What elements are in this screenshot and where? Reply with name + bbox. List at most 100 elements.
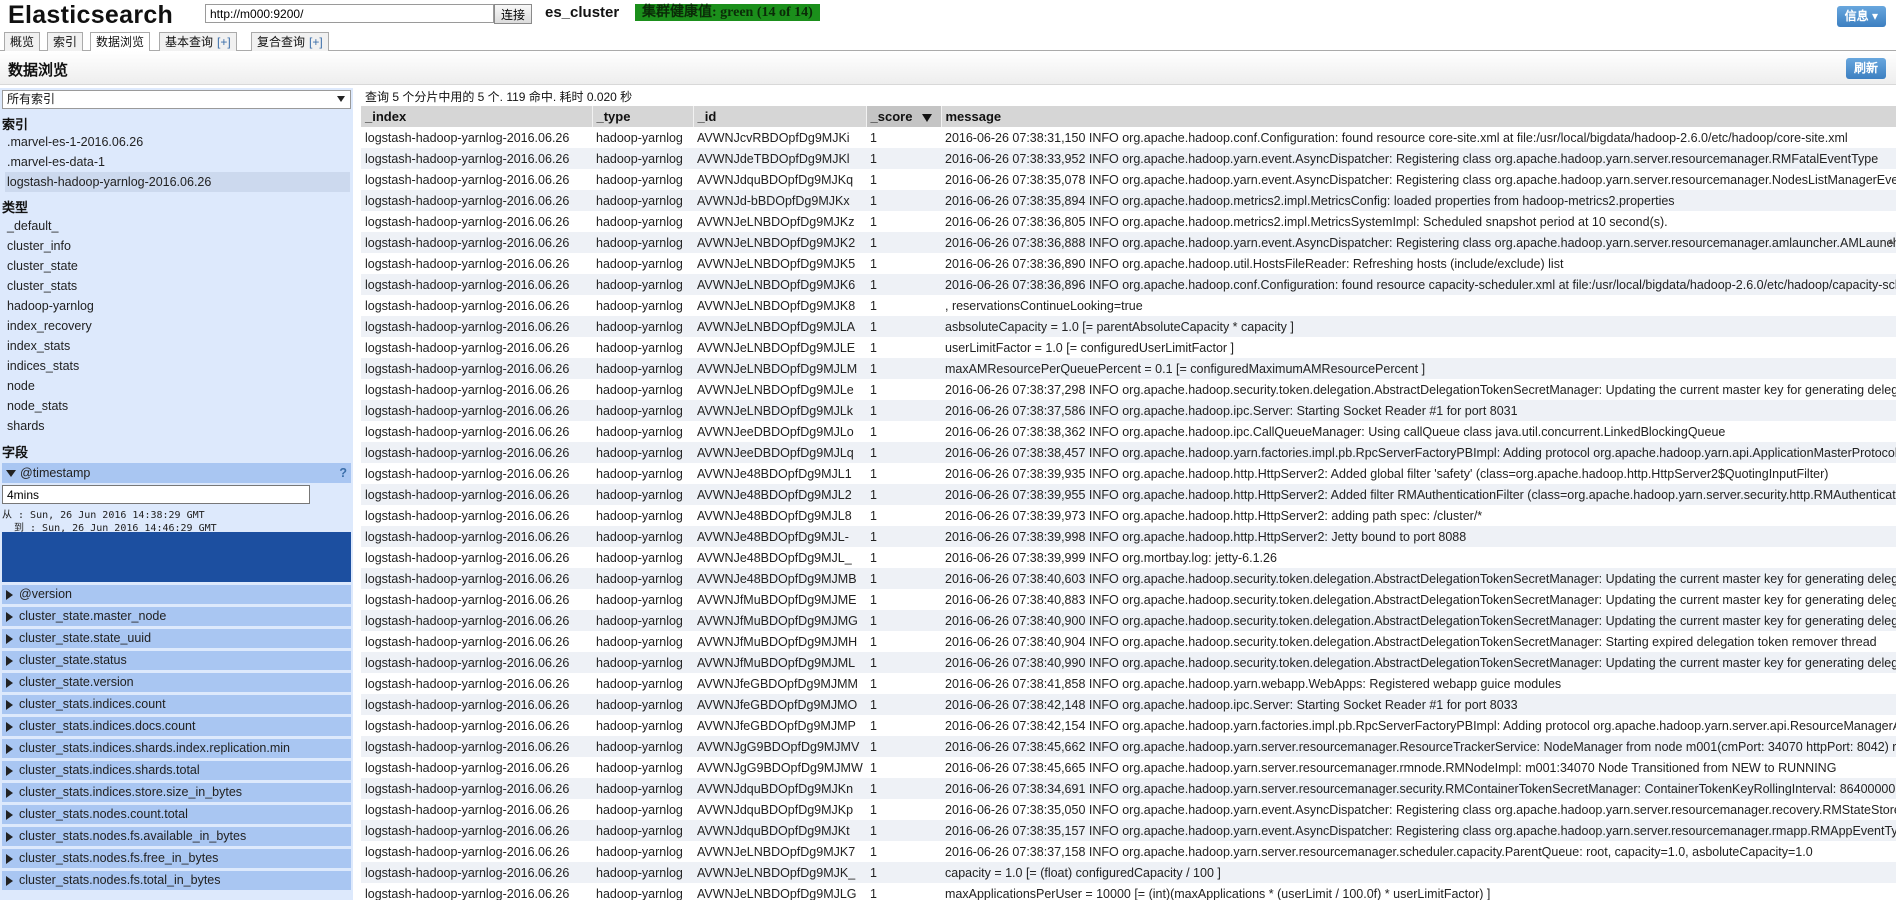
sidebar-field-item[interactable]: cluster_state.master_node bbox=[2, 606, 351, 626]
sidebar-field-item[interactable]: cluster_stats.indices.store.size_in_byte… bbox=[2, 782, 351, 802]
table-row[interactable]: logstash-hadoop-yarnlog-2016.06.26 hadoop… bbox=[361, 715, 1896, 736]
table-row[interactable]: logstash-hadoop-yarnlog-2016.06.26 hadoop… bbox=[361, 463, 1896, 484]
sidebar-type-item[interactable]: index_stats bbox=[5, 336, 350, 356]
cell-type: hadoop-yarnlog bbox=[592, 190, 693, 211]
table-row[interactable]: logstash-hadoop-yarnlog-2016.06.26 hadoop… bbox=[361, 883, 1896, 900]
tab-label: 概览 bbox=[10, 35, 35, 49]
cell-id: AVWNJgG9BDOpfDg9MJMV bbox=[693, 736, 866, 757]
tab-overview[interactable]: 概览 bbox=[4, 32, 41, 51]
sidebar-field-item[interactable]: cluster_stats.indices.shards.total bbox=[2, 760, 351, 780]
tab-indices[interactable]: 索引 bbox=[47, 32, 84, 51]
sidebar-field-item[interactable]: cluster_stats.indices.shards.index.repli… bbox=[2, 738, 351, 758]
table-row[interactable]: logstash-hadoop-yarnlog-2016.06.26 hadoop… bbox=[361, 190, 1896, 211]
sidebar-type-item[interactable]: cluster_stats bbox=[5, 276, 350, 296]
connect-button[interactable]: 连接 bbox=[494, 4, 533, 24]
cell-type: hadoop-yarnlog bbox=[592, 862, 693, 883]
sidebar-index-item[interactable]: .marvel-es-1-2016.06.26 bbox=[5, 132, 350, 152]
sidebar-type-item[interactable]: hadoop-yarnlog bbox=[5, 296, 350, 316]
column-header-id[interactable]: _id bbox=[693, 106, 867, 127]
sidebar-field-item[interactable]: cluster_stats.nodes.fs.total_in_bytes bbox=[2, 870, 351, 890]
triangle-right-icon bbox=[6, 831, 13, 842]
table-row[interactable]: logstash-hadoop-yarnlog-2016.06.26 hadoop… bbox=[361, 505, 1896, 526]
cell-score: 1 bbox=[866, 421, 941, 442]
table-row[interactable]: logstash-hadoop-yarnlog-2016.06.26 hadoop… bbox=[361, 295, 1896, 316]
column-header-index[interactable]: _index bbox=[361, 106, 593, 127]
table-row[interactable]: logstash-hadoop-yarnlog-2016.06.26 hadoop… bbox=[361, 547, 1896, 568]
sidebar-index-item[interactable]: logstash-hadoop-yarnlog-2016.06.26 bbox=[5, 172, 350, 192]
sidebar-field-item[interactable]: cluster_stats.nodes.fs.available_in_byte… bbox=[2, 826, 351, 846]
info-menu-button[interactable]: 信息 ▾ bbox=[1836, 6, 1886, 27]
table-row[interactable]: logstash-hadoop-yarnlog-2016.06.26 hadoop… bbox=[361, 379, 1896, 400]
table-row[interactable]: logstash-hadoop-yarnlog-2016.06.26 hadoop… bbox=[361, 232, 1896, 253]
sidebar-field-item[interactable]: cluster_stats.indices.docs.count bbox=[2, 716, 351, 736]
table-row[interactable]: logstash-hadoop-yarnlog-2016.06.26 hadoop… bbox=[361, 169, 1896, 190]
table-row[interactable]: logstash-hadoop-yarnlog-2016.06.26 hadoop… bbox=[361, 337, 1896, 358]
table-row[interactable]: logstash-hadoop-yarnlog-2016.06.26 hadoop… bbox=[361, 841, 1896, 862]
field-label: cluster_stats.nodes.fs.total_in_bytes bbox=[19, 873, 221, 887]
table-row[interactable]: logstash-hadoop-yarnlog-2016.06.26 hadoop… bbox=[361, 400, 1896, 421]
sidebar-field-item[interactable]: @version bbox=[2, 584, 351, 604]
timestamp-range-input[interactable] bbox=[2, 485, 310, 504]
cell-id: AVWNJdquBDOpfDg9MJKt bbox=[693, 820, 866, 841]
table-row[interactable]: logstash-hadoop-yarnlog-2016.06.26 hadoop… bbox=[361, 610, 1896, 631]
tab-basic-query[interactable]: 基本查询 [+] bbox=[159, 32, 237, 51]
sidebar-field-item[interactable]: cluster_state.version bbox=[2, 672, 351, 692]
sidebar-type-item[interactable]: indices_stats bbox=[5, 356, 350, 376]
table-row[interactable]: logstash-hadoop-yarnlog-2016.06.26 hadoop… bbox=[361, 127, 1896, 148]
table-row[interactable]: logstash-hadoop-yarnlog-2016.06.26 hadoop… bbox=[361, 148, 1896, 169]
table-row[interactable]: logstash-hadoop-yarnlog-2016.06.26 hadoop… bbox=[361, 442, 1896, 463]
cell-type: hadoop-yarnlog bbox=[592, 316, 693, 337]
timestamp-histogram[interactable] bbox=[2, 532, 351, 582]
table-row[interactable]: logstash-hadoop-yarnlog-2016.06.26 hadoop… bbox=[361, 568, 1896, 589]
sidebar-type-item[interactable]: shards bbox=[5, 416, 350, 436]
table-row[interactable]: logstash-hadoop-yarnlog-2016.06.26 hadoop… bbox=[361, 673, 1896, 694]
sidebar-type-item[interactable]: index_recovery bbox=[5, 316, 350, 336]
sidebar-field-item[interactable]: cluster_state.status bbox=[2, 650, 351, 670]
sidebar-field-item[interactable]: cluster_stats.nodes.fs.free_in_bytes bbox=[2, 848, 351, 868]
tab-add-link[interactable]: [+] bbox=[217, 35, 231, 49]
cell-index: logstash-hadoop-yarnlog-2016.06.26 bbox=[361, 568, 592, 589]
scroll-up-arrow-icon[interactable]: ▲ bbox=[1886, 236, 1896, 250]
table-row[interactable]: logstash-hadoop-yarnlog-2016.06.26 hadoop… bbox=[361, 757, 1896, 778]
index-select[interactable]: 所有索引 bbox=[2, 90, 351, 109]
table-row[interactable]: logstash-hadoop-yarnlog-2016.06.26 hadoop… bbox=[361, 862, 1896, 883]
sidebar-type-item[interactable]: node_stats bbox=[5, 396, 350, 416]
tab-compound-query[interactable]: 复合查询 [+] bbox=[251, 32, 329, 51]
table-row[interactable]: logstash-hadoop-yarnlog-2016.06.26 hadoop… bbox=[361, 421, 1896, 442]
table-row[interactable]: logstash-hadoop-yarnlog-2016.06.26 hadoop… bbox=[361, 211, 1896, 232]
table-row[interactable]: logstash-hadoop-yarnlog-2016.06.26 hadoop… bbox=[361, 778, 1896, 799]
column-header-message[interactable]: message bbox=[941, 106, 1896, 127]
table-row[interactable]: logstash-hadoop-yarnlog-2016.06.26 hadoop… bbox=[361, 652, 1896, 673]
sidebar-type-item[interactable]: _default_ bbox=[5, 216, 350, 236]
table-row[interactable]: logstash-hadoop-yarnlog-2016.06.26 hadoop… bbox=[361, 253, 1896, 274]
table-row[interactable]: logstash-hadoop-yarnlog-2016.06.26 hadoop… bbox=[361, 820, 1896, 841]
sidebar-field-item[interactable]: cluster_stats.nodes.count.total bbox=[2, 804, 351, 824]
sidebar-type-item[interactable]: cluster_state bbox=[5, 256, 350, 276]
column-header-type[interactable]: _type bbox=[592, 106, 694, 127]
results-table: _index _type _id _score message logstash… bbox=[361, 106, 1896, 900]
cluster-url-input[interactable] bbox=[205, 4, 494, 23]
table-row[interactable]: logstash-hadoop-yarnlog-2016.06.26 hadoop… bbox=[361, 274, 1896, 295]
table-row[interactable]: logstash-hadoop-yarnlog-2016.06.26 hadoop… bbox=[361, 736, 1896, 757]
table-row[interactable]: logstash-hadoop-yarnlog-2016.06.26 hadoop… bbox=[361, 799, 1896, 820]
tab-browser[interactable]: 数据浏览 bbox=[90, 32, 151, 52]
table-row[interactable]: logstash-hadoop-yarnlog-2016.06.26 hadoop… bbox=[361, 316, 1896, 337]
sidebar-field-item[interactable]: cluster_state.state_uuid bbox=[2, 628, 351, 648]
help-icon[interactable]: ? bbox=[339, 463, 347, 483]
table-row[interactable]: logstash-hadoop-yarnlog-2016.06.26 hadoop… bbox=[361, 526, 1896, 547]
table-row[interactable]: logstash-hadoop-yarnlog-2016.06.26 hadoop… bbox=[361, 631, 1896, 652]
cell-score: 1 bbox=[866, 463, 941, 484]
refresh-button[interactable]: 刷新 bbox=[1845, 58, 1886, 79]
column-header-score[interactable]: _score bbox=[866, 106, 942, 127]
table-row[interactable]: logstash-hadoop-yarnlog-2016.06.26 hadoop… bbox=[361, 694, 1896, 715]
sidebar-field-item[interactable]: cluster_stats.indices.count bbox=[2, 694, 351, 714]
tab-add-link[interactable]: [+] bbox=[309, 35, 323, 49]
table-row[interactable]: logstash-hadoop-yarnlog-2016.06.26 hadoop… bbox=[361, 358, 1896, 379]
timestamp-field-toggle[interactable]: @timestamp ? bbox=[2, 463, 351, 483]
table-row[interactable]: logstash-hadoop-yarnlog-2016.06.26 hadoop… bbox=[361, 589, 1896, 610]
cell-message: 2016-06-26 07:38:45,662 INFO org.apache.… bbox=[941, 736, 1896, 757]
sidebar-type-item[interactable]: cluster_info bbox=[5, 236, 350, 256]
table-row[interactable]: logstash-hadoop-yarnlog-2016.06.26 hadoop… bbox=[361, 484, 1896, 505]
sidebar-type-item[interactable]: node bbox=[5, 376, 350, 396]
sidebar-index-item[interactable]: .marvel-es-data-1 bbox=[5, 152, 350, 172]
